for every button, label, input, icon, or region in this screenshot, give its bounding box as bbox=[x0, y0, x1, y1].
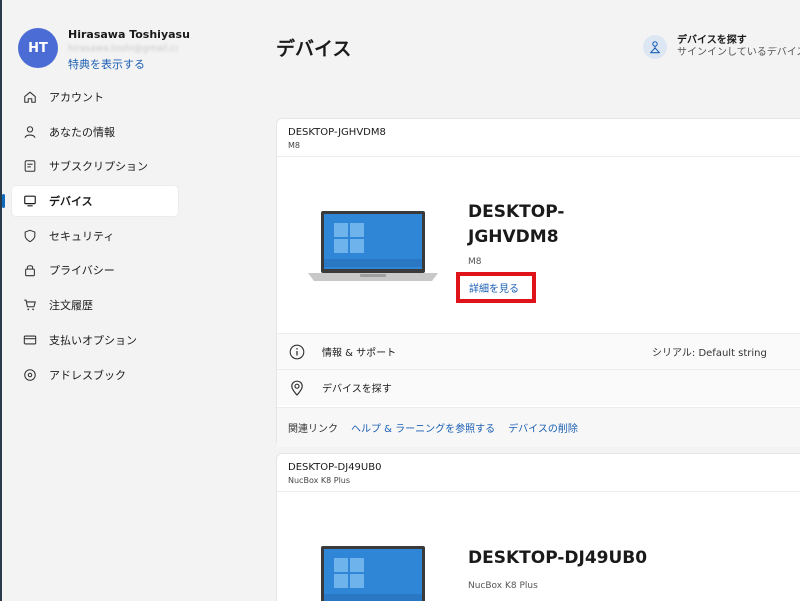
sidebar-item-privacy[interactable]: プライバシー bbox=[12, 255, 178, 285]
device-name: DESKTOP-DJ49UB0 bbox=[288, 462, 382, 473]
find-device-label: デバイスを探す bbox=[322, 384, 392, 395]
sidebar-item-label: セキュリティ bbox=[49, 229, 115, 243]
location-icon bbox=[22, 367, 38, 383]
profile-name: Hirasawa Toshiyasu bbox=[68, 28, 190, 41]
device-hero-model: M8 bbox=[468, 257, 482, 267]
help-learning-link[interactable]: ヘルプ & ラーニングを参照する bbox=[351, 420, 495, 435]
sidebar-item-security[interactable]: セキュリティ bbox=[12, 221, 178, 251]
view-benefits-link[interactable]: 特典を表示する bbox=[68, 57, 190, 72]
find-device-row[interactable]: デバイスを探す bbox=[277, 369, 800, 405]
sidebar-item-your-info[interactable]: あなたの情報 bbox=[12, 117, 178, 147]
sidebar-item-label: あなたの情報 bbox=[49, 125, 115, 139]
sidebar-item-label: プライバシー bbox=[49, 264, 115, 278]
location-pin-icon bbox=[288, 379, 306, 397]
related-links-row: 関連リンク ヘルプ & ラーニングを参照する デバイスの削除 bbox=[277, 407, 800, 447]
cart-icon bbox=[22, 297, 38, 313]
avatar[interactable]: HT bbox=[18, 28, 58, 68]
sidebar-nav: アカウント あなたの情報 サブスクリプション デバイス セキュリティ プライバシ… bbox=[2, 82, 178, 394]
sidebar-item-label: 注文履歴 bbox=[49, 299, 93, 313]
sidebar-item-label: アドレスブック bbox=[49, 368, 126, 382]
sidebar-item-address-book[interactable]: アドレスブック bbox=[12, 360, 178, 390]
device-hero-name: DESKTOP-DJ49UB0 bbox=[468, 548, 648, 568]
sidebar-item-order-history[interactable]: 注文履歴 bbox=[12, 290, 178, 320]
laptop-image bbox=[308, 211, 438, 287]
home-icon bbox=[22, 89, 38, 105]
sidebar-item-payment-options[interactable]: 支払いオプション bbox=[12, 325, 178, 355]
info-support-row[interactable]: 情報 & サポート シリアル: Default string bbox=[277, 333, 800, 369]
person-icon bbox=[22, 124, 38, 140]
device-card: DESKTOP-JGHVDM8 M8 DESKTOP-JGHVDM8 M8 詳細… bbox=[276, 118, 800, 447]
remove-device-link[interactable]: デバイスの削除 bbox=[508, 420, 578, 435]
card-icon bbox=[22, 332, 38, 348]
device-card-header: DESKTOP-DJ49UB0 NucBox K8 Plus bbox=[277, 454, 800, 492]
page-title: デバイス bbox=[276, 38, 352, 60]
info-icon bbox=[288, 343, 306, 361]
device-card-header: DESKTOP-JGHVDM8 M8 bbox=[277, 119, 800, 157]
sidebar-item-subscriptions[interactable]: サブスクリプション bbox=[12, 151, 178, 181]
laptop-image bbox=[308, 546, 438, 601]
device-hero-model: NucBox K8 Plus bbox=[468, 581, 538, 591]
serial-number: シリアル: Default string bbox=[652, 348, 767, 359]
device-hero-name: DESKTOP-JGHVDM8 bbox=[468, 202, 565, 247]
find-device-promo[interactable]: デバイスを探す サインインしているデバイスを探す bbox=[643, 35, 800, 59]
sidebar: HT Hirasawa Toshiyasu hirasawa.toshi@gma… bbox=[2, 0, 260, 601]
device-model: M8 bbox=[288, 141, 300, 150]
subscription-icon bbox=[22, 158, 38, 174]
device-name: DESKTOP-JGHVDM8 bbox=[288, 127, 386, 138]
sidebar-item-devices[interactable]: デバイス bbox=[2, 186, 178, 217]
lock-icon bbox=[22, 262, 38, 278]
sidebar-item-label: サブスクリプション bbox=[49, 160, 148, 174]
device-model: NucBox K8 Plus bbox=[288, 476, 351, 485]
laptop-icon bbox=[22, 193, 38, 209]
find-device-desc: サインインしているデバイスを探す bbox=[677, 47, 800, 58]
find-device-text: デバイスを探す サインインしているデバイスを探す bbox=[677, 35, 800, 59]
profile-info: Hirasawa Toshiyasu hirasawa.toshi@gmail.… bbox=[68, 28, 190, 72]
related-links-label: 関連リンク bbox=[288, 424, 338, 435]
shield-icon bbox=[22, 228, 38, 244]
view-details-link[interactable]: 詳細を見る bbox=[456, 272, 536, 303]
info-support-label: 情報 & サポート bbox=[322, 348, 397, 359]
sidebar-item-label: アカウント bbox=[49, 91, 104, 104]
find-device-icon bbox=[643, 35, 667, 59]
sidebar-item-label: デバイス bbox=[49, 195, 93, 209]
sidebar-item-label: 支払いオプション bbox=[49, 333, 137, 347]
profile-email: hirasawa.toshi@gmail.com bbox=[68, 44, 178, 54]
device-card: DESKTOP-DJ49UB0 NucBox K8 Plus DESKTOP-D… bbox=[276, 453, 800, 601]
profile: HT Hirasawa Toshiyasu hirasawa.toshi@gma… bbox=[18, 28, 190, 72]
sidebar-item-account[interactable]: アカウント bbox=[12, 82, 178, 112]
find-device-title: デバイスを探す bbox=[677, 35, 747, 46]
